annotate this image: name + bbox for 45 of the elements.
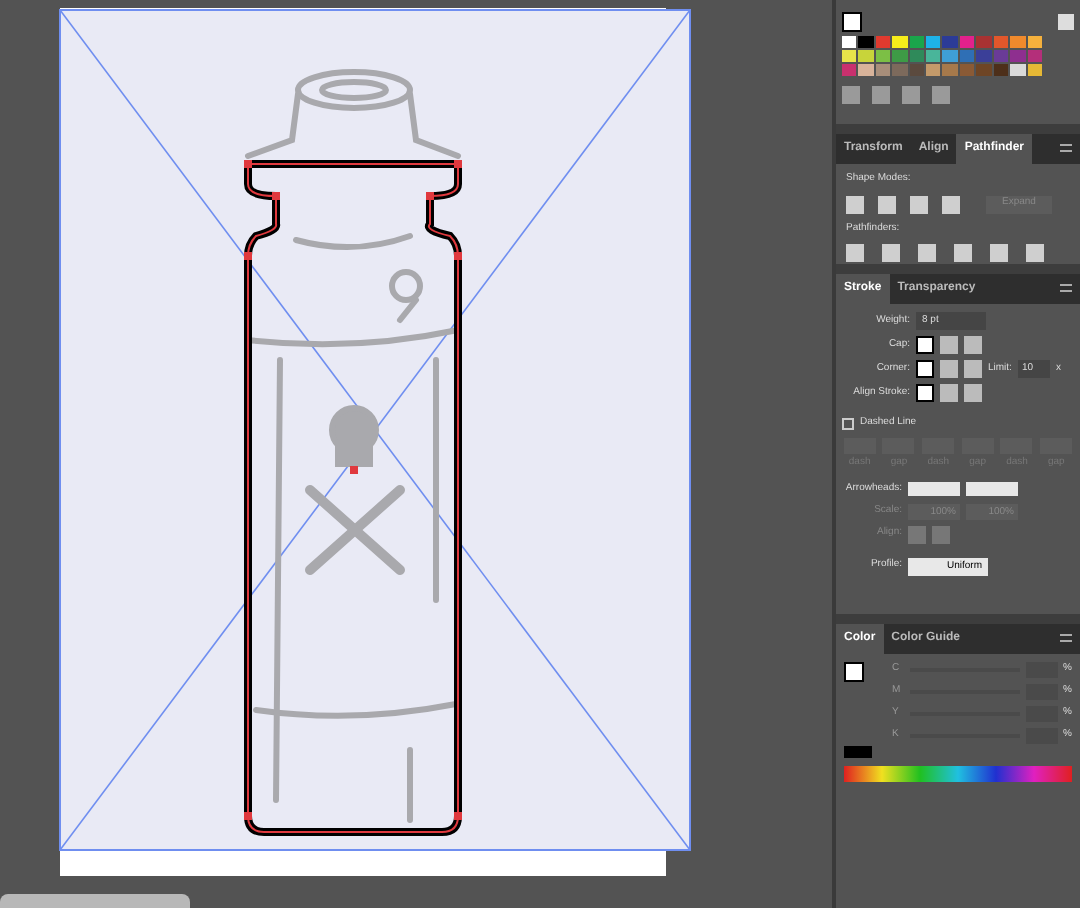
color-swatch[interactable] [842,36,857,48]
panel-menu-icon[interactable] [1060,284,1072,292]
color-swatch[interactable] [959,50,975,62]
color-swatch[interactable] [875,36,891,48]
color-swatch[interactable] [1027,36,1042,48]
color-swatch[interactable] [858,50,874,62]
color-swatch[interactable] [858,36,874,48]
color-swatch[interactable] [993,64,1009,76]
color-swatch[interactable] [875,50,891,62]
panel-menu-icon[interactable] [1060,634,1072,642]
color-swatch[interactable] [892,50,908,62]
color-swatch[interactable] [875,64,891,76]
dashed-line-checkbox[interactable] [842,417,854,430]
color-swatch[interactable] [942,36,958,48]
color-swatch[interactable] [942,50,958,62]
color-swatch[interactable] [959,36,975,48]
color-swatch[interactable] [976,50,992,62]
color-swatch[interactable] [842,50,857,62]
color-swatch[interactable] [926,50,941,62]
end-arrowhead-dropdown[interactable] [966,482,1018,497]
color-swatch[interactable] [959,64,975,76]
color-swatch[interactable] [1027,64,1042,76]
color-swatch[interactable] [976,36,992,48]
color-swatch[interactable] [1027,50,1042,62]
panel-menu-icon[interactable] [1060,144,1072,152]
color-swatch[interactable] [909,36,925,48]
color-swatch[interactable] [926,36,941,48]
fill-stroke-icon[interactable] [842,12,862,32]
color-swatch[interactable] [892,64,908,76]
color-swatch[interactable] [976,64,992,76]
color-swatch[interactable] [993,36,1009,48]
start-arrowhead-dropdown[interactable] [908,482,960,497]
color-swatch[interactable] [926,64,941,76]
color-swatch[interactable] [1010,64,1026,76]
color-swatch[interactable] [993,50,1009,62]
color-spectrum[interactable] [844,766,1072,782]
color-swatch[interactable] [1010,36,1026,48]
color-swatch[interactable] [909,50,925,62]
fill-stroke-icon[interactable] [844,662,864,682]
color-swatch[interactable] [1010,50,1026,62]
color-swatch[interactable] [858,64,874,76]
color-swatch[interactable] [842,64,857,76]
color-swatch[interactable] [892,36,908,48]
color-swatch[interactable] [909,64,925,76]
color-swatch[interactable] [942,64,958,76]
